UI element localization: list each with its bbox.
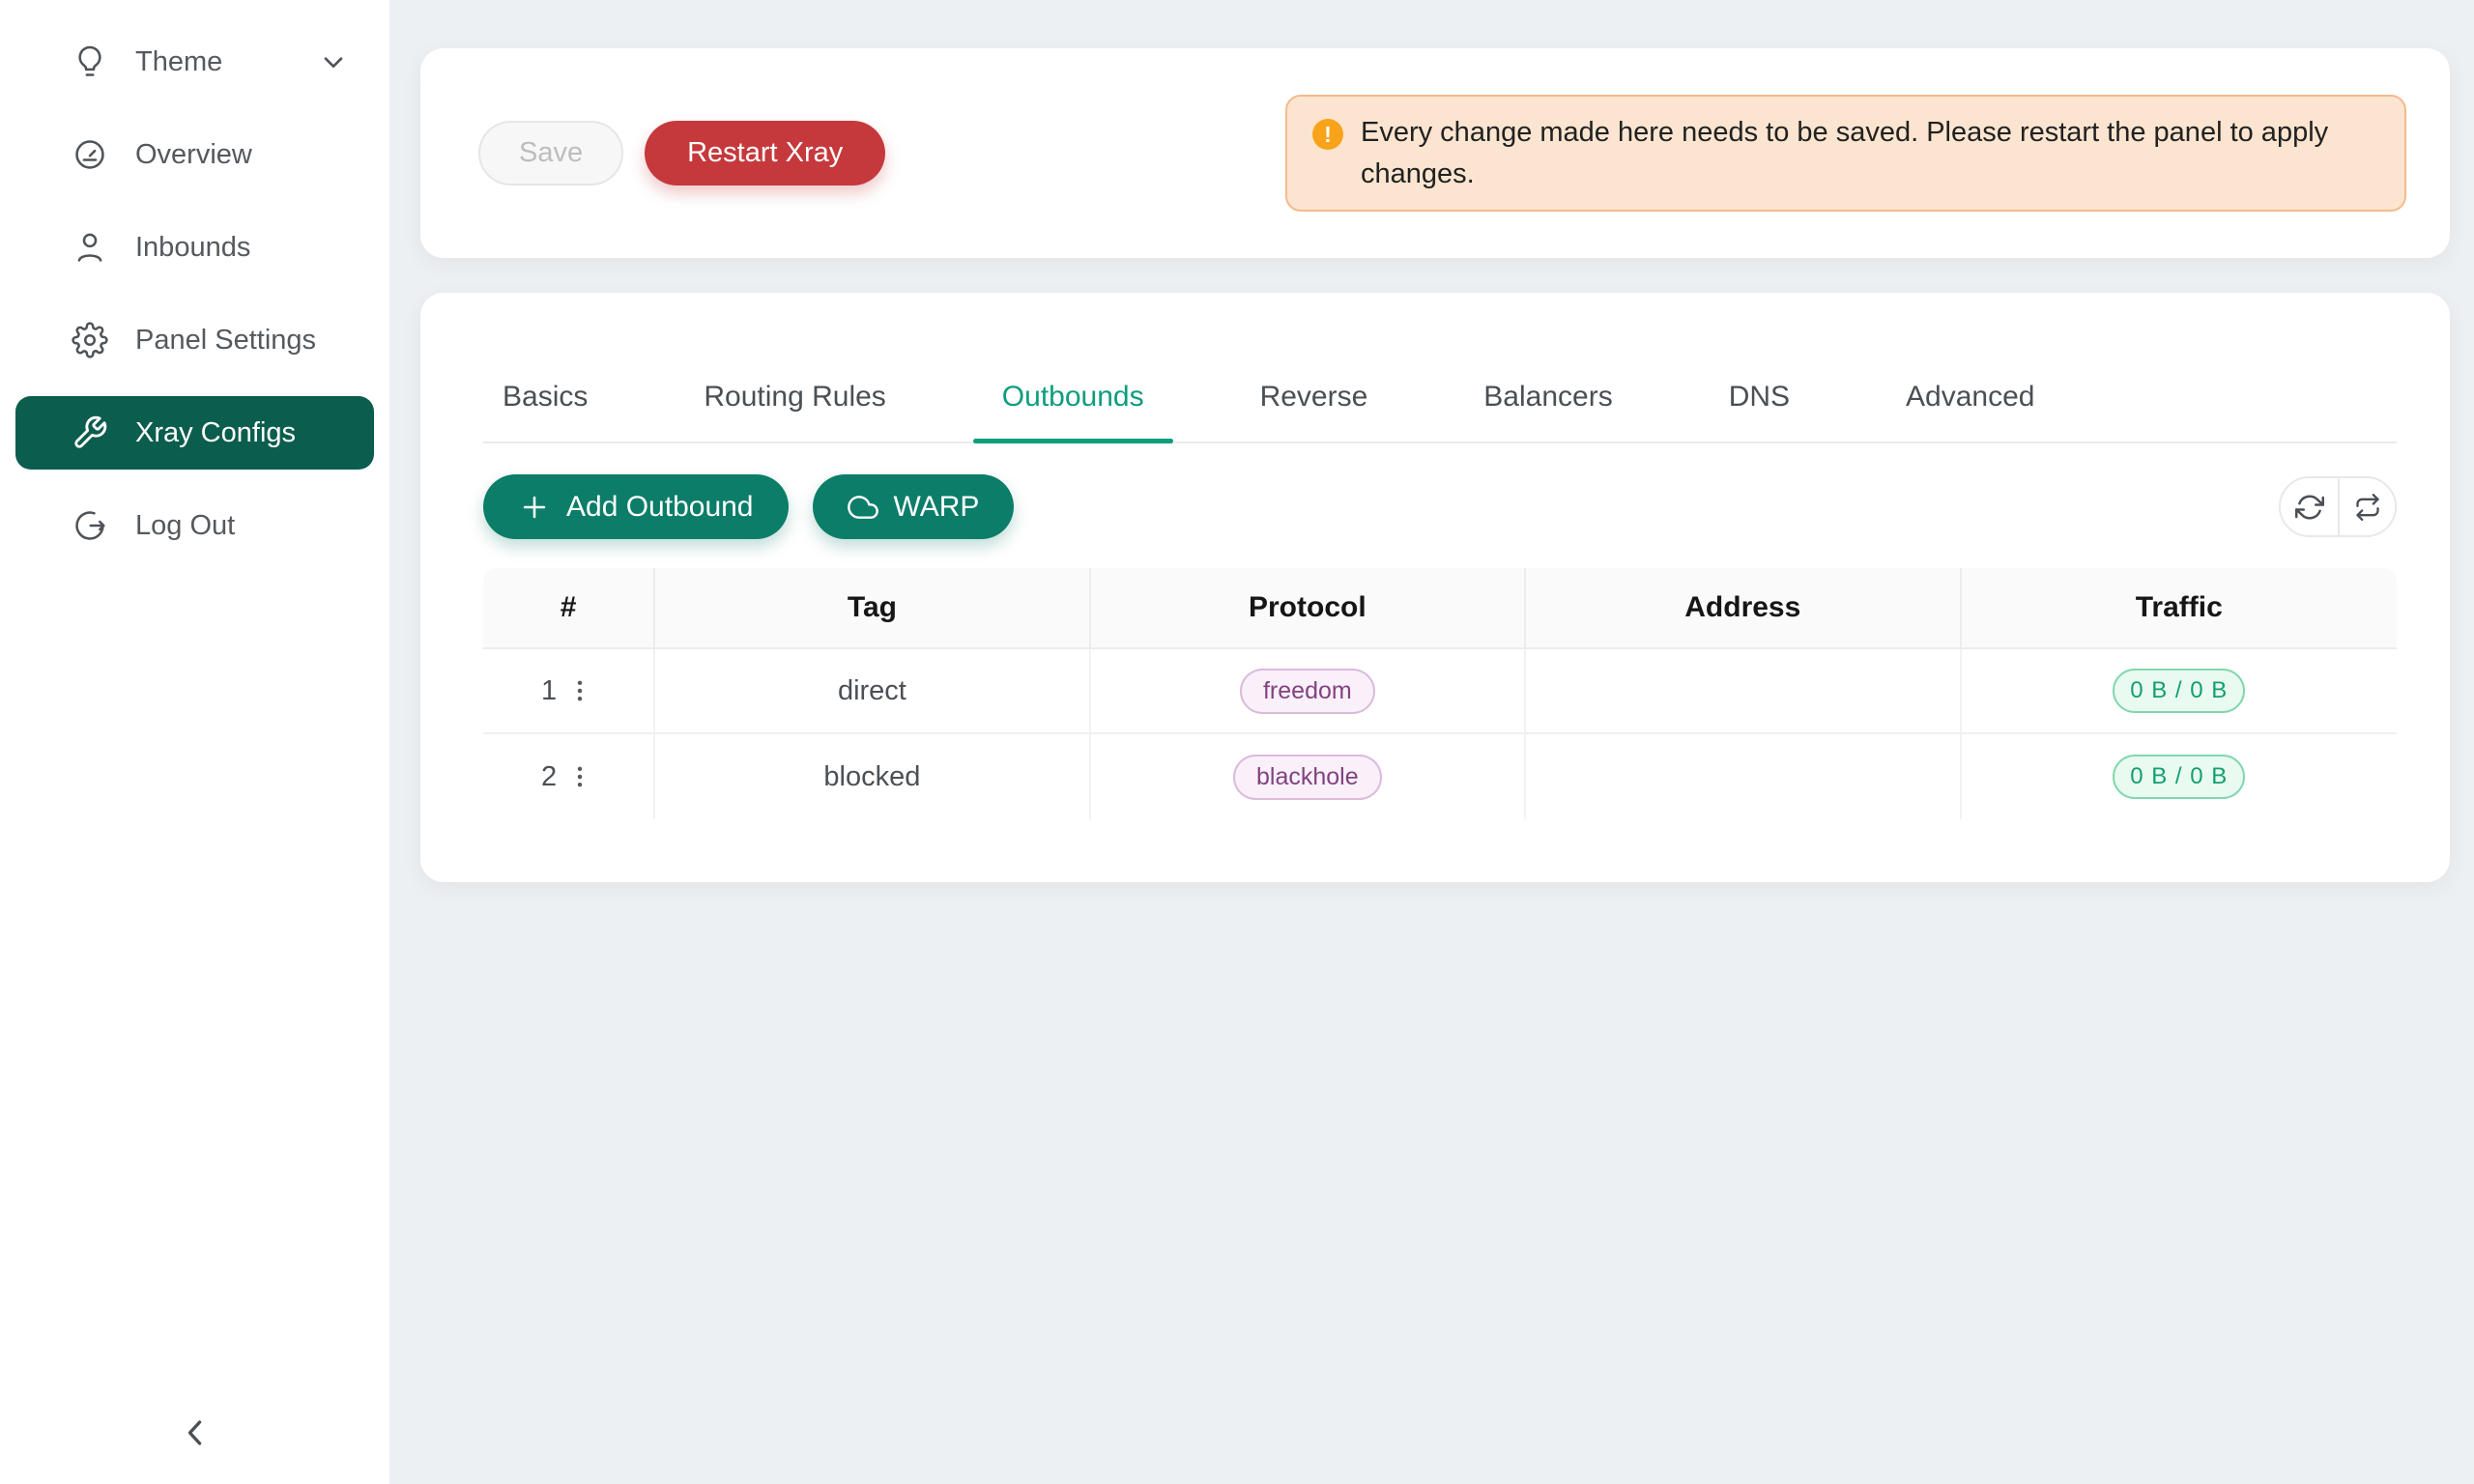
warning-circle-icon [1312, 119, 1343, 150]
table-row: 1 direct freedom 0 B / 0 B [483, 649, 2397, 734]
restart-xray-button[interactable]: Restart Xray [645, 121, 885, 186]
logout-icon [72, 507, 108, 544]
protocol-badge: freedom [1240, 669, 1375, 714]
column-header-index: # [483, 568, 655, 649]
outbounds-table: # Tag Protocol Address Traffic 1 [483, 568, 2397, 819]
plus-icon [518, 491, 551, 524]
traffic-badge: 0 B / 0 B [2113, 669, 2245, 713]
sidebar-item-label: Overview [135, 139, 252, 171]
refresh-button[interactable] [2281, 478, 2338, 535]
outbounds-actions-row: Add Outbound WARP [483, 474, 2397, 539]
warning-alert: Every change made here needs to be saved… [1285, 95, 2406, 211]
dashboard-gauge-icon [72, 136, 108, 173]
warp-button[interactable]: WARP [813, 474, 1015, 539]
add-outbound-button[interactable]: Add Outbound [483, 474, 789, 539]
sidebar-item-theme[interactable]: Theme [15, 25, 374, 99]
table-row: 2 blocked blackhole 0 B / 0 B [483, 734, 2397, 819]
repeat-icon [2354, 494, 2381, 521]
add-outbound-label: Add Outbound [566, 491, 754, 524]
sidebar-item-panel-settings[interactable]: Panel Settings [15, 303, 374, 377]
sidebar-nav: Theme Overview Inbounds Panel Settings [0, 0, 389, 587]
alert-message: Every change made here needs to be saved… [1361, 112, 2379, 193]
column-header-protocol: Protocol [1091, 568, 1526, 649]
table-header-row: # Tag Protocol Address Traffic [483, 568, 2397, 649]
tab-outbounds[interactable]: Outbounds [983, 380, 1164, 442]
row-menu-button[interactable] [564, 761, 595, 792]
gear-icon [72, 322, 108, 358]
address-cell [1526, 734, 1961, 819]
table-tools-group [2279, 476, 2397, 537]
save-button[interactable]: Save [478, 121, 623, 186]
wrench-icon [72, 414, 108, 451]
tag-cell: blocked [655, 734, 1090, 819]
chevron-down-icon [318, 46, 349, 77]
sidebar-item-inbounds[interactable]: Inbounds [15, 211, 374, 284]
sidebar-item-overview[interactable]: Overview [15, 118, 374, 191]
sidebar-collapse-button[interactable] [170, 1408, 220, 1461]
column-header-address: Address [1526, 568, 1961, 649]
column-header-traffic: Traffic [1962, 568, 2398, 649]
tag-cell: direct [655, 649, 1090, 734]
sidebar-item-xray-configs[interactable]: Xray Configs [15, 396, 374, 470]
toolbar-card: Save Restart Xray Every change made here… [420, 48, 2450, 258]
row-index: 2 [541, 761, 557, 793]
tab-bar: Basics Routing Rules Outbounds Reverse B… [483, 380, 2397, 443]
sidebar-item-label: Xray Configs [135, 417, 296, 449]
sidebar: Theme Overview Inbounds Panel Settings [0, 0, 389, 1484]
chevron-left-icon [174, 1442, 216, 1457]
traffic-badge: 0 B / 0 B [2113, 755, 2245, 799]
reset-traffic-button[interactable] [2338, 478, 2395, 535]
sidebar-item-label: Inbounds [135, 232, 250, 264]
toolbar-buttons: Save Restart Xray [478, 121, 885, 186]
sidebar-item-log-out[interactable]: Log Out [15, 489, 374, 562]
tab-advanced[interactable]: Advanced [1886, 380, 2054, 442]
xray-configs-card: Basics Routing Rules Outbounds Reverse B… [420, 293, 2450, 882]
tab-routing-rules[interactable]: Routing Rules [684, 380, 905, 442]
warp-label: WARP [894, 491, 980, 524]
refresh-icon [2295, 493, 2324, 522]
tab-balancers[interactable]: Balancers [1464, 380, 1631, 442]
cloud-icon [848, 492, 878, 523]
column-header-tag: Tag [655, 568, 1090, 649]
sidebar-item-label: Panel Settings [135, 325, 316, 357]
tab-dns[interactable]: DNS [1710, 380, 1809, 442]
address-cell [1526, 649, 1961, 734]
tab-basics[interactable]: Basics [483, 380, 607, 442]
row-menu-button[interactable] [564, 675, 595, 706]
main-content: Save Restart Xray Every change made here… [389, 0, 2474, 1484]
lightbulb-icon [72, 43, 108, 80]
sidebar-item-label: Log Out [135, 510, 235, 542]
sidebar-item-label: Theme [135, 46, 222, 78]
protocol-badge: blackhole [1233, 755, 1382, 800]
tab-reverse[interactable]: Reverse [1241, 380, 1388, 442]
user-icon [72, 229, 108, 266]
row-index: 1 [541, 675, 557, 707]
